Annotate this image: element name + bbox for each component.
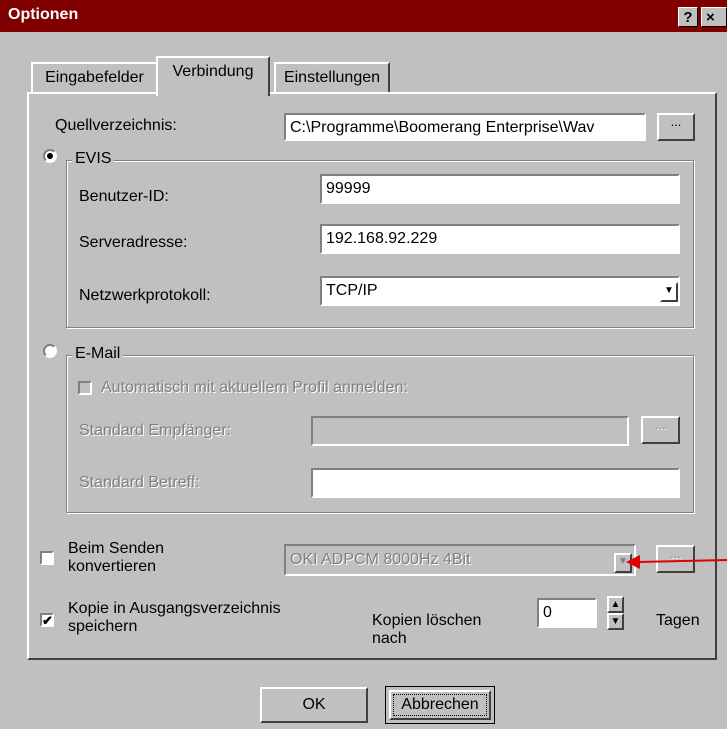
chevron-down-icon: ▼ [610, 616, 621, 627]
format-select[interactable]: OKI ADPCM 8000Hz 4Bit [284, 544, 636, 576]
protocol-label: Netzwerkprotokoll: [79, 287, 211, 304]
convert-label-line1: Beim Senden [68, 540, 165, 557]
tab-label: Eingabefelder [45, 69, 144, 86]
source-label: Quellverzeichnis: [55, 117, 177, 134]
subject-field[interactable] [311, 468, 680, 498]
delete-copies-label: Kopien löschen nach [372, 612, 481, 648]
tab-label: Einstellungen [283, 69, 381, 86]
source-path-field[interactable]: C:\Programme\Boomerang Enterprise\Wav [284, 113, 646, 141]
tab-einstellungen[interactable]: Einstellungen [274, 62, 390, 94]
user-id-label: Benutzer-ID: [79, 188, 169, 205]
convert-label: Beim Senden konvertieren [68, 540, 164, 576]
window-title: Optionen [8, 6, 79, 23]
days-spin-up[interactable]: ▲ [607, 596, 624, 613]
checkmark-icon: ✔ [42, 613, 53, 628]
tab-verbindung[interactable]: Verbindung [156, 56, 270, 96]
server-label: Serveradresse: [79, 234, 188, 251]
auto-login-checkbox[interactable] [78, 381, 92, 395]
email-radio[interactable] [43, 344, 57, 358]
copy-label-line1: Kopie in Ausgangsverzeichnis [68, 600, 281, 617]
recipient-label: Standard Empfänger: [79, 422, 232, 439]
evis-legend: EVIS [72, 150, 115, 168]
evis-radio[interactable] [43, 149, 57, 163]
days-unit-label: Tagen [656, 612, 700, 629]
help-button[interactable]: ? [678, 7, 698, 27]
convert-checkbox[interactable] [40, 551, 54, 565]
days-spin-down[interactable]: ▼ [607, 613, 624, 630]
subject-label: Standard Betreff: [79, 474, 200, 491]
title-bar [0, 0, 727, 32]
chevron-up-icon: ▲ [610, 599, 621, 610]
recipient-field[interactable] [311, 416, 629, 446]
protocol-select[interactable]: TCP/IP [320, 276, 680, 306]
copy-label-line2: speichern [68, 618, 138, 635]
radio-selected-dot [47, 153, 53, 159]
delete-label-line2: nach [372, 630, 407, 647]
server-address-field[interactable]: 192.168.92.229 [320, 224, 680, 254]
auto-login-label: Automatisch mit aktuellem Profil anmelde… [101, 379, 408, 396]
close-button[interactable]: × [701, 7, 727, 27]
protocol-dropdown-button[interactable]: ▼ [660, 282, 678, 302]
tab-label: Verbindung [172, 63, 254, 80]
email-legend: E-Mail [72, 345, 124, 363]
tab-eingabefelder[interactable]: Eingabefelder [31, 62, 158, 94]
cancel-button-label: Abbrechen [389, 690, 491, 720]
convert-label-line2: konvertieren [68, 558, 157, 575]
chevron-down-icon: ▼ [664, 285, 674, 296]
days-field[interactable]: 0 [537, 598, 597, 628]
delete-label-line1: Kopien löschen [372, 612, 482, 629]
recipient-browse-button[interactable]: ... [641, 416, 680, 444]
copy-checkbox[interactable]: ✔ [40, 613, 54, 627]
user-id-field[interactable]: 99999 [320, 174, 680, 204]
copy-label: Kopie in Ausgangsverzeichnis speichern [68, 600, 281, 636]
annotation-arrow-icon [626, 555, 727, 569]
source-browse-button[interactable]: ... [657, 113, 695, 141]
cancel-button[interactable]: Abbrechen [385, 686, 495, 724]
ok-button[interactable]: OK [260, 687, 368, 723]
